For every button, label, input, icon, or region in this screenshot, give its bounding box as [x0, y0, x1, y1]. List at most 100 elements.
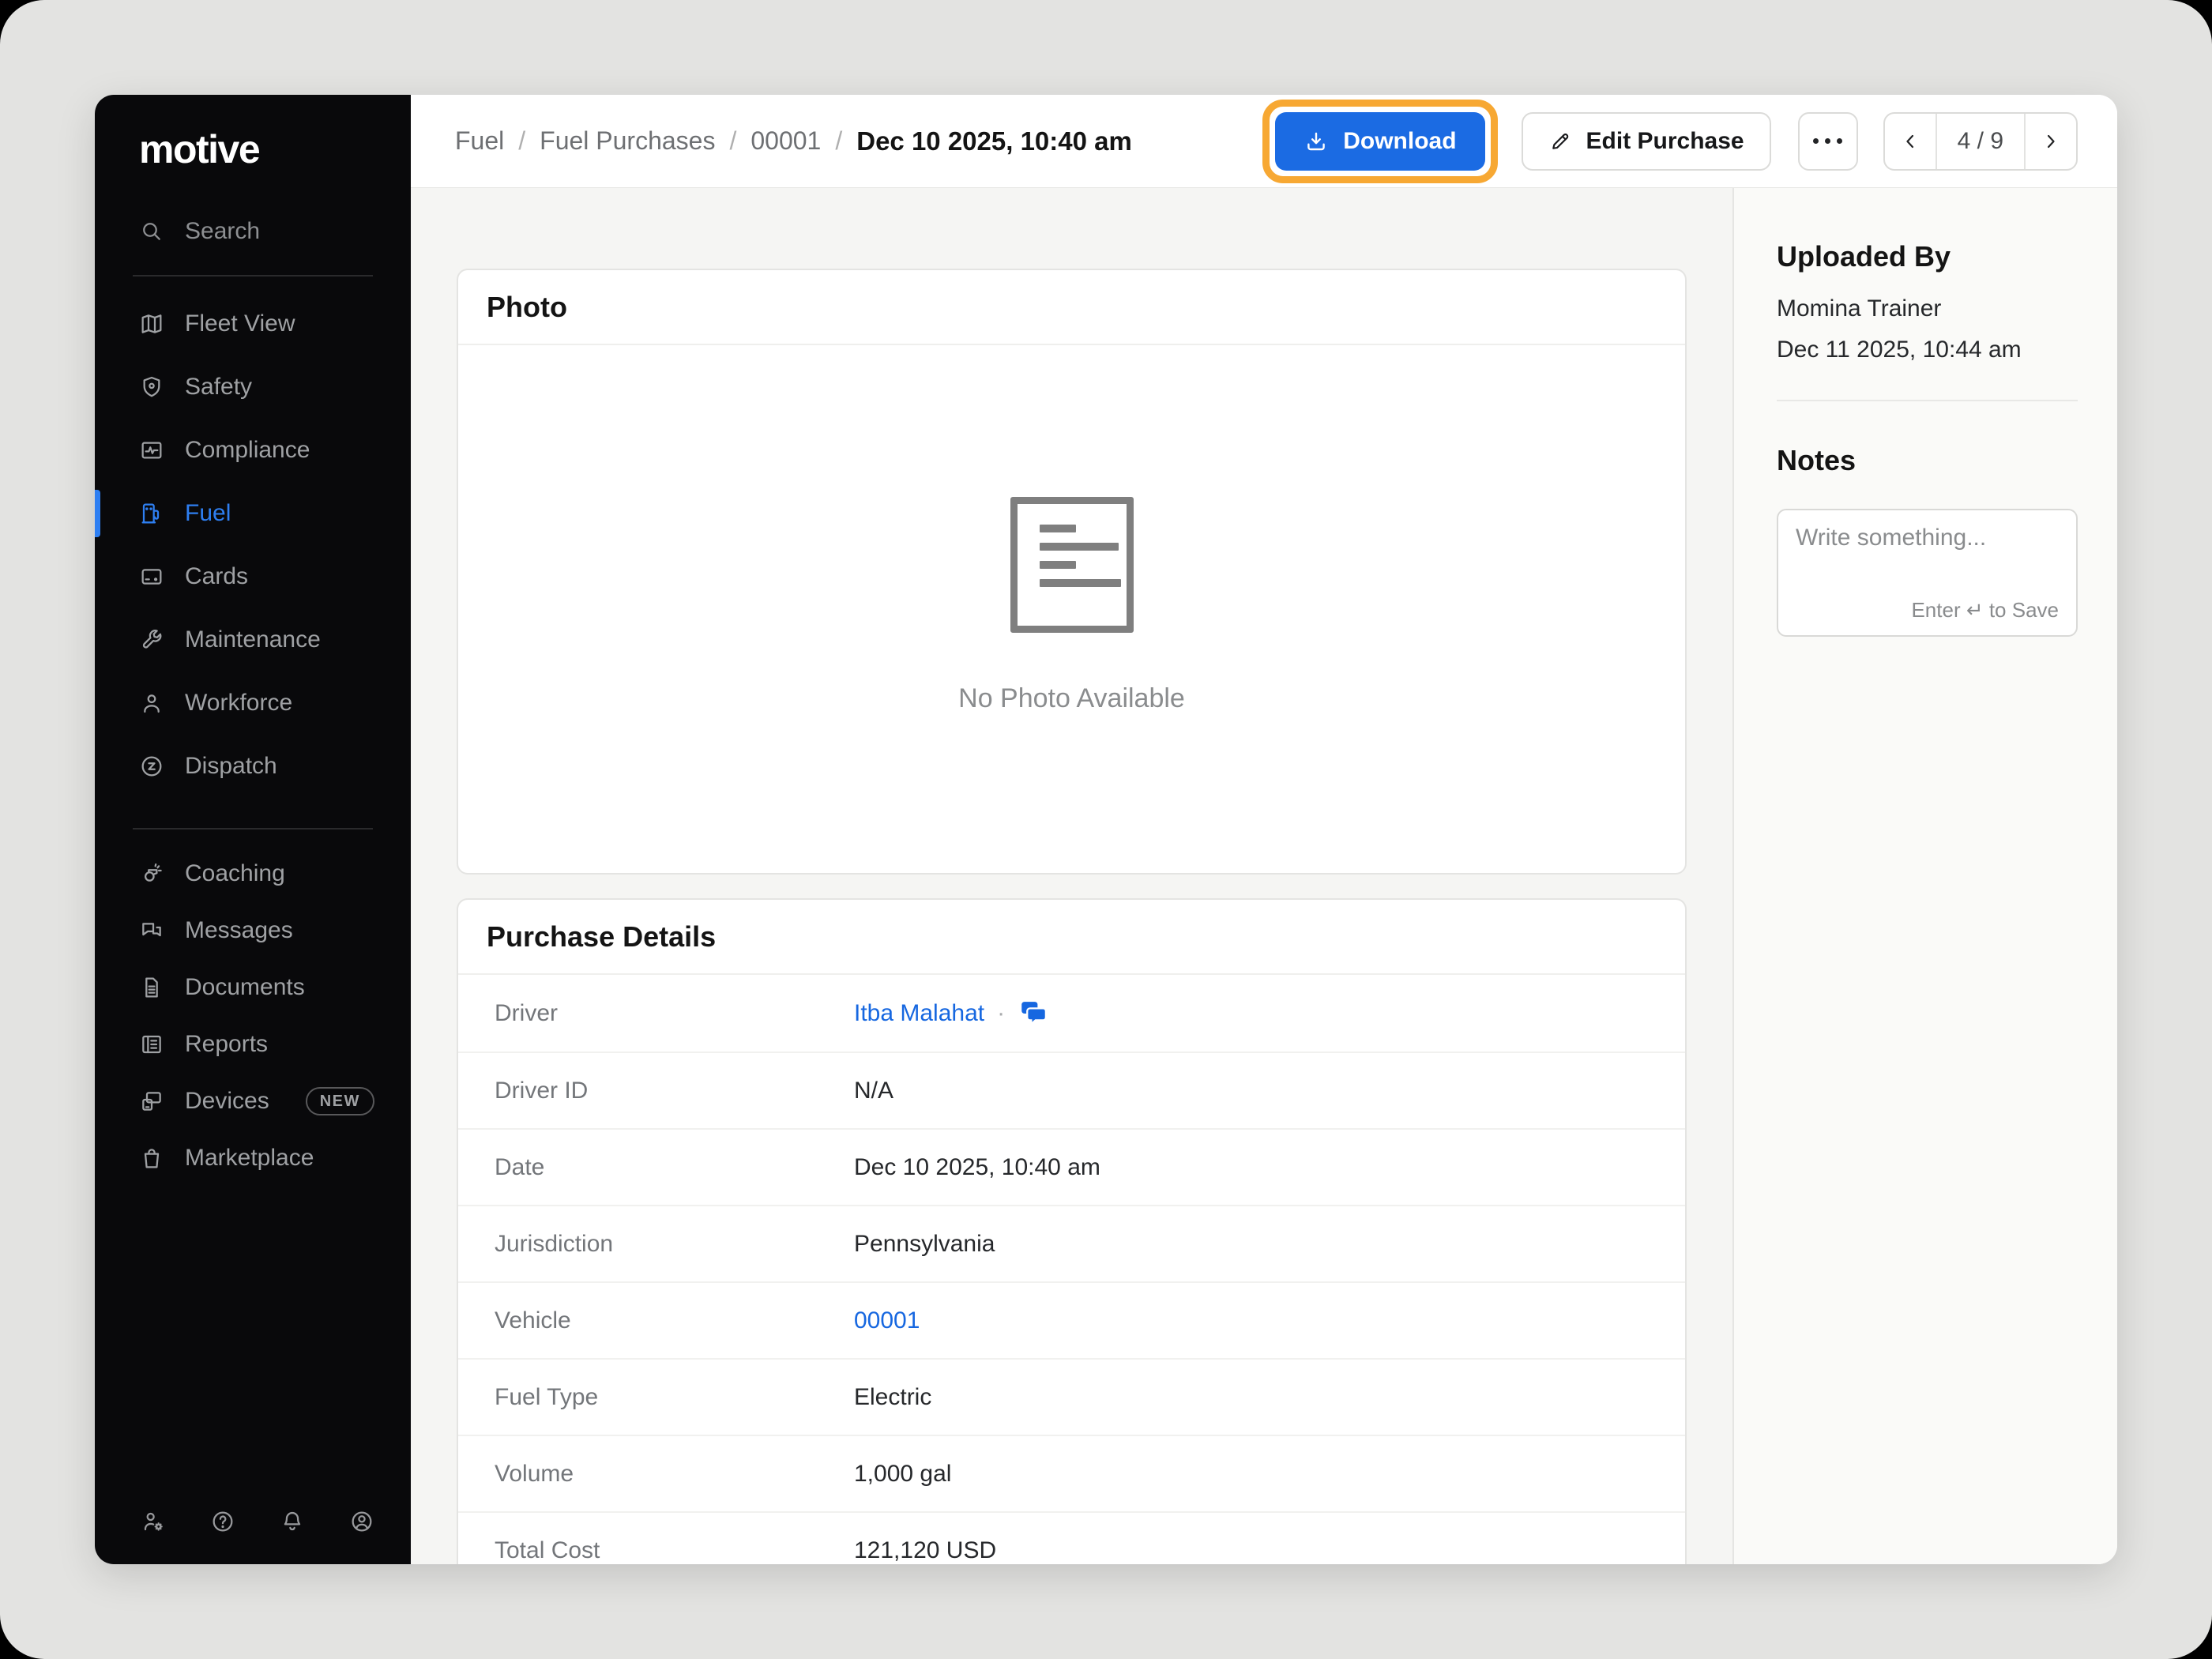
next-record-button[interactable]: [2026, 114, 2076, 169]
photo-card: Photo No Photo Available: [457, 269, 1687, 875]
row-label: Driver: [495, 1000, 854, 1027]
notes-input[interactable]: [1796, 525, 2059, 600]
credit-card-icon: [139, 564, 164, 589]
breadcrumb-fuel-purchases[interactable]: Fuel Purchases: [540, 126, 715, 156]
notes-title: Notes: [1777, 444, 2078, 477]
row-value: 121,120 USD: [854, 1537, 996, 1564]
account-icon[interactable]: [349, 1509, 374, 1534]
details-sidebar: Uploaded By Momina Trainer Dec 11 2025, …: [1732, 188, 2117, 1564]
sidebar-item-coaching[interactable]: Coaching: [95, 845, 411, 902]
sidebar-item-maintenance[interactable]: Maintenance: [95, 608, 411, 672]
sidebar-item-workforce[interactable]: Workforce: [95, 672, 411, 735]
vehicle-link[interactable]: 00001: [854, 1307, 920, 1334]
sidebar-item-label: Reports: [185, 1031, 268, 1058]
map-icon: [139, 311, 164, 337]
fuel-pump-icon: [139, 501, 164, 526]
sidebar-item-cards[interactable]: Cards: [95, 545, 411, 608]
download-highlight-ring: Download: [1262, 100, 1497, 183]
value-separator-dot: ·: [997, 1000, 1005, 1027]
sidebar-spacer: [95, 1187, 411, 1509]
sidebar-search-label: Search: [185, 218, 260, 245]
purchase-details-card: Purchase Details Driver Itba Malahat ·: [457, 898, 1687, 1564]
purchase-details-title: Purchase Details: [487, 920, 716, 954]
sidebar-item-label: Safety: [185, 374, 252, 401]
no-photo-text: No Photo Available: [958, 683, 1185, 714]
shield-icon: [139, 374, 164, 400]
sidebar-item-label: Fuel: [185, 500, 231, 527]
sidebar-item-label: Cards: [185, 563, 248, 590]
panel-divider: [1777, 400, 2078, 401]
sidebar-item-fleet-view[interactable]: Fleet View: [95, 292, 411, 356]
sidebar-search[interactable]: Search: [95, 218, 411, 245]
new-badge: NEW: [306, 1087, 374, 1115]
table-row-vehicle: Vehicle 00001: [458, 1281, 1685, 1358]
content-column: Photo No Photo Available Purchase Detail…: [411, 188, 1732, 1564]
no-photo-icon: [1010, 497, 1134, 633]
sidebar-item-label: Maintenance: [185, 626, 321, 653]
uploaded-by-title: Uploaded By: [1777, 240, 2078, 273]
admin-settings-icon[interactable]: [141, 1509, 166, 1534]
sidebar-item-label: Devices: [185, 1088, 269, 1115]
devices-icon: [139, 1089, 164, 1114]
sidebar-item-label: Coaching: [185, 860, 285, 887]
sidebar-item-label: Compliance: [185, 437, 310, 464]
search-icon: [139, 219, 164, 244]
row-label: Fuel Type: [495, 1384, 854, 1411]
compliance-chart-icon: [139, 438, 164, 463]
uploaded-by-date: Dec 11 2025, 10:44 am: [1777, 337, 2078, 363]
row-value: 1,000 gal: [854, 1461, 951, 1488]
sidebar-item-fuel[interactable]: Fuel: [95, 482, 411, 545]
shopping-bag-icon: [139, 1146, 164, 1171]
dispatch-icon: [139, 754, 164, 779]
edit-purchase-button[interactable]: Edit Purchase: [1522, 112, 1771, 171]
table-row-total-cost: Total Cost 121,120 USD: [458, 1511, 1685, 1564]
table-row-fuel-type: Fuel Type Electric: [458, 1358, 1685, 1435]
driver-link[interactable]: Itba Malahat: [854, 1000, 984, 1027]
sidebar-item-reports[interactable]: Reports: [95, 1016, 411, 1073]
sidebar-item-compliance[interactable]: Compliance: [95, 419, 411, 482]
page-body: Photo No Photo Available Purchase Detail…: [411, 188, 2117, 1564]
row-label: Date: [495, 1154, 854, 1181]
whistle-icon: [139, 861, 164, 886]
download-button[interactable]: Download: [1275, 112, 1484, 171]
sidebar-item-label: Workforce: [185, 690, 292, 717]
row-label: Vehicle: [495, 1307, 854, 1334]
table-row-driver-id: Driver ID N/A: [458, 1051, 1685, 1128]
sidebar-item-marketplace[interactable]: Marketplace: [95, 1130, 411, 1187]
sidebar-item-devices[interactable]: Devices NEW: [95, 1073, 411, 1130]
more-actions-button[interactable]: [1798, 112, 1858, 171]
edit-purchase-label: Edit Purchase: [1586, 128, 1744, 155]
sidebar-item-documents[interactable]: Documents: [95, 959, 411, 1016]
sidebar-item-label: Fleet View: [185, 310, 295, 337]
breadcrumb-vehicle[interactable]: 00001: [750, 126, 821, 156]
row-label: Driver ID: [495, 1078, 854, 1104]
download-button-label: Download: [1343, 128, 1456, 155]
notes-save-hint: Enter ↵ to Save: [1911, 598, 2059, 623]
person-icon: [139, 690, 164, 716]
help-icon[interactable]: [210, 1509, 235, 1534]
sidebar-item-dispatch[interactable]: Dispatch: [95, 735, 411, 798]
sidebar-divider: [133, 275, 373, 276]
row-value: Electric: [854, 1384, 931, 1411]
row-value: Dec 10 2025, 10:40 am: [854, 1154, 1100, 1181]
row-value: N/A: [854, 1078, 893, 1104]
breadcrumb-fuel[interactable]: Fuel: [455, 126, 504, 156]
table-row-date: Date Dec 10 2025, 10:40 am: [458, 1128, 1685, 1205]
document-icon: [139, 975, 164, 1000]
sidebar-item-messages[interactable]: Messages: [95, 902, 411, 959]
sidebar-item-label: Marketplace: [185, 1145, 314, 1172]
row-value: Pennsylvania: [854, 1231, 995, 1258]
sidebar-nav-primary: Fleet View Safety Compliance: [95, 292, 411, 798]
message-driver-icon[interactable]: [1018, 997, 1051, 1030]
chat-bubbles-icon: [139, 918, 164, 943]
chevron-left-icon: [1899, 130, 1921, 152]
sidebar-item-label: Messages: [185, 917, 293, 944]
sidebar-item-label: Documents: [185, 974, 305, 1001]
chevron-right-icon: [2040, 130, 2062, 152]
sidebar-divider: [133, 828, 373, 830]
previous-record-button[interactable]: [1885, 114, 1936, 169]
screen-background: motive Search Fleet View: [0, 0, 2212, 1659]
notifications-bell-icon[interactable]: [280, 1509, 305, 1534]
sidebar: motive Search Fleet View: [95, 95, 411, 1564]
sidebar-item-safety[interactable]: Safety: [95, 356, 411, 419]
